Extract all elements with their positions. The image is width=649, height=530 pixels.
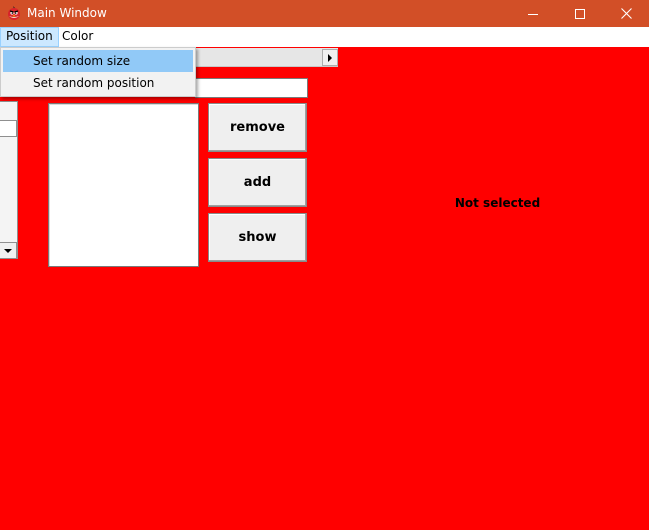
close-button[interactable] bbox=[603, 0, 649, 27]
triangle-down-icon bbox=[4, 248, 12, 253]
title-bar: Main Window bbox=[0, 0, 649, 27]
menu-item-set-random-size[interactable]: Set random size bbox=[3, 50, 193, 72]
partial-scroll-thumb[interactable] bbox=[0, 120, 17, 137]
text-input[interactable] bbox=[195, 78, 308, 98]
maximize-icon bbox=[575, 8, 585, 19]
selection-status-label: Not selected bbox=[454, 196, 541, 210]
remove-button[interactable]: remove bbox=[208, 103, 307, 152]
maximize-button[interactable] bbox=[557, 0, 603, 27]
scroll-right-button[interactable] bbox=[322, 49, 338, 66]
triangle-right-icon bbox=[328, 53, 332, 62]
menu-color[interactable]: Color bbox=[57, 27, 98, 47]
list-box[interactable] bbox=[48, 103, 199, 267]
window-title: Main Window bbox=[27, 6, 107, 20]
close-icon bbox=[620, 8, 632, 19]
show-button[interactable]: show bbox=[208, 213, 307, 262]
menu-bar: Position Color bbox=[0, 27, 649, 47]
add-button[interactable]: add bbox=[208, 158, 307, 207]
menu-position[interactable]: Position bbox=[0, 27, 59, 47]
minimize-icon bbox=[528, 13, 538, 15]
menu-item-set-random-position[interactable]: Set random position bbox=[3, 72, 193, 94]
position-dropdown-menu: Set random size Set random position bbox=[0, 47, 196, 97]
scroll-down-button[interactable] bbox=[0, 242, 17, 259]
minimize-button[interactable] bbox=[510, 0, 556, 27]
angry-bird-icon bbox=[6, 5, 22, 21]
